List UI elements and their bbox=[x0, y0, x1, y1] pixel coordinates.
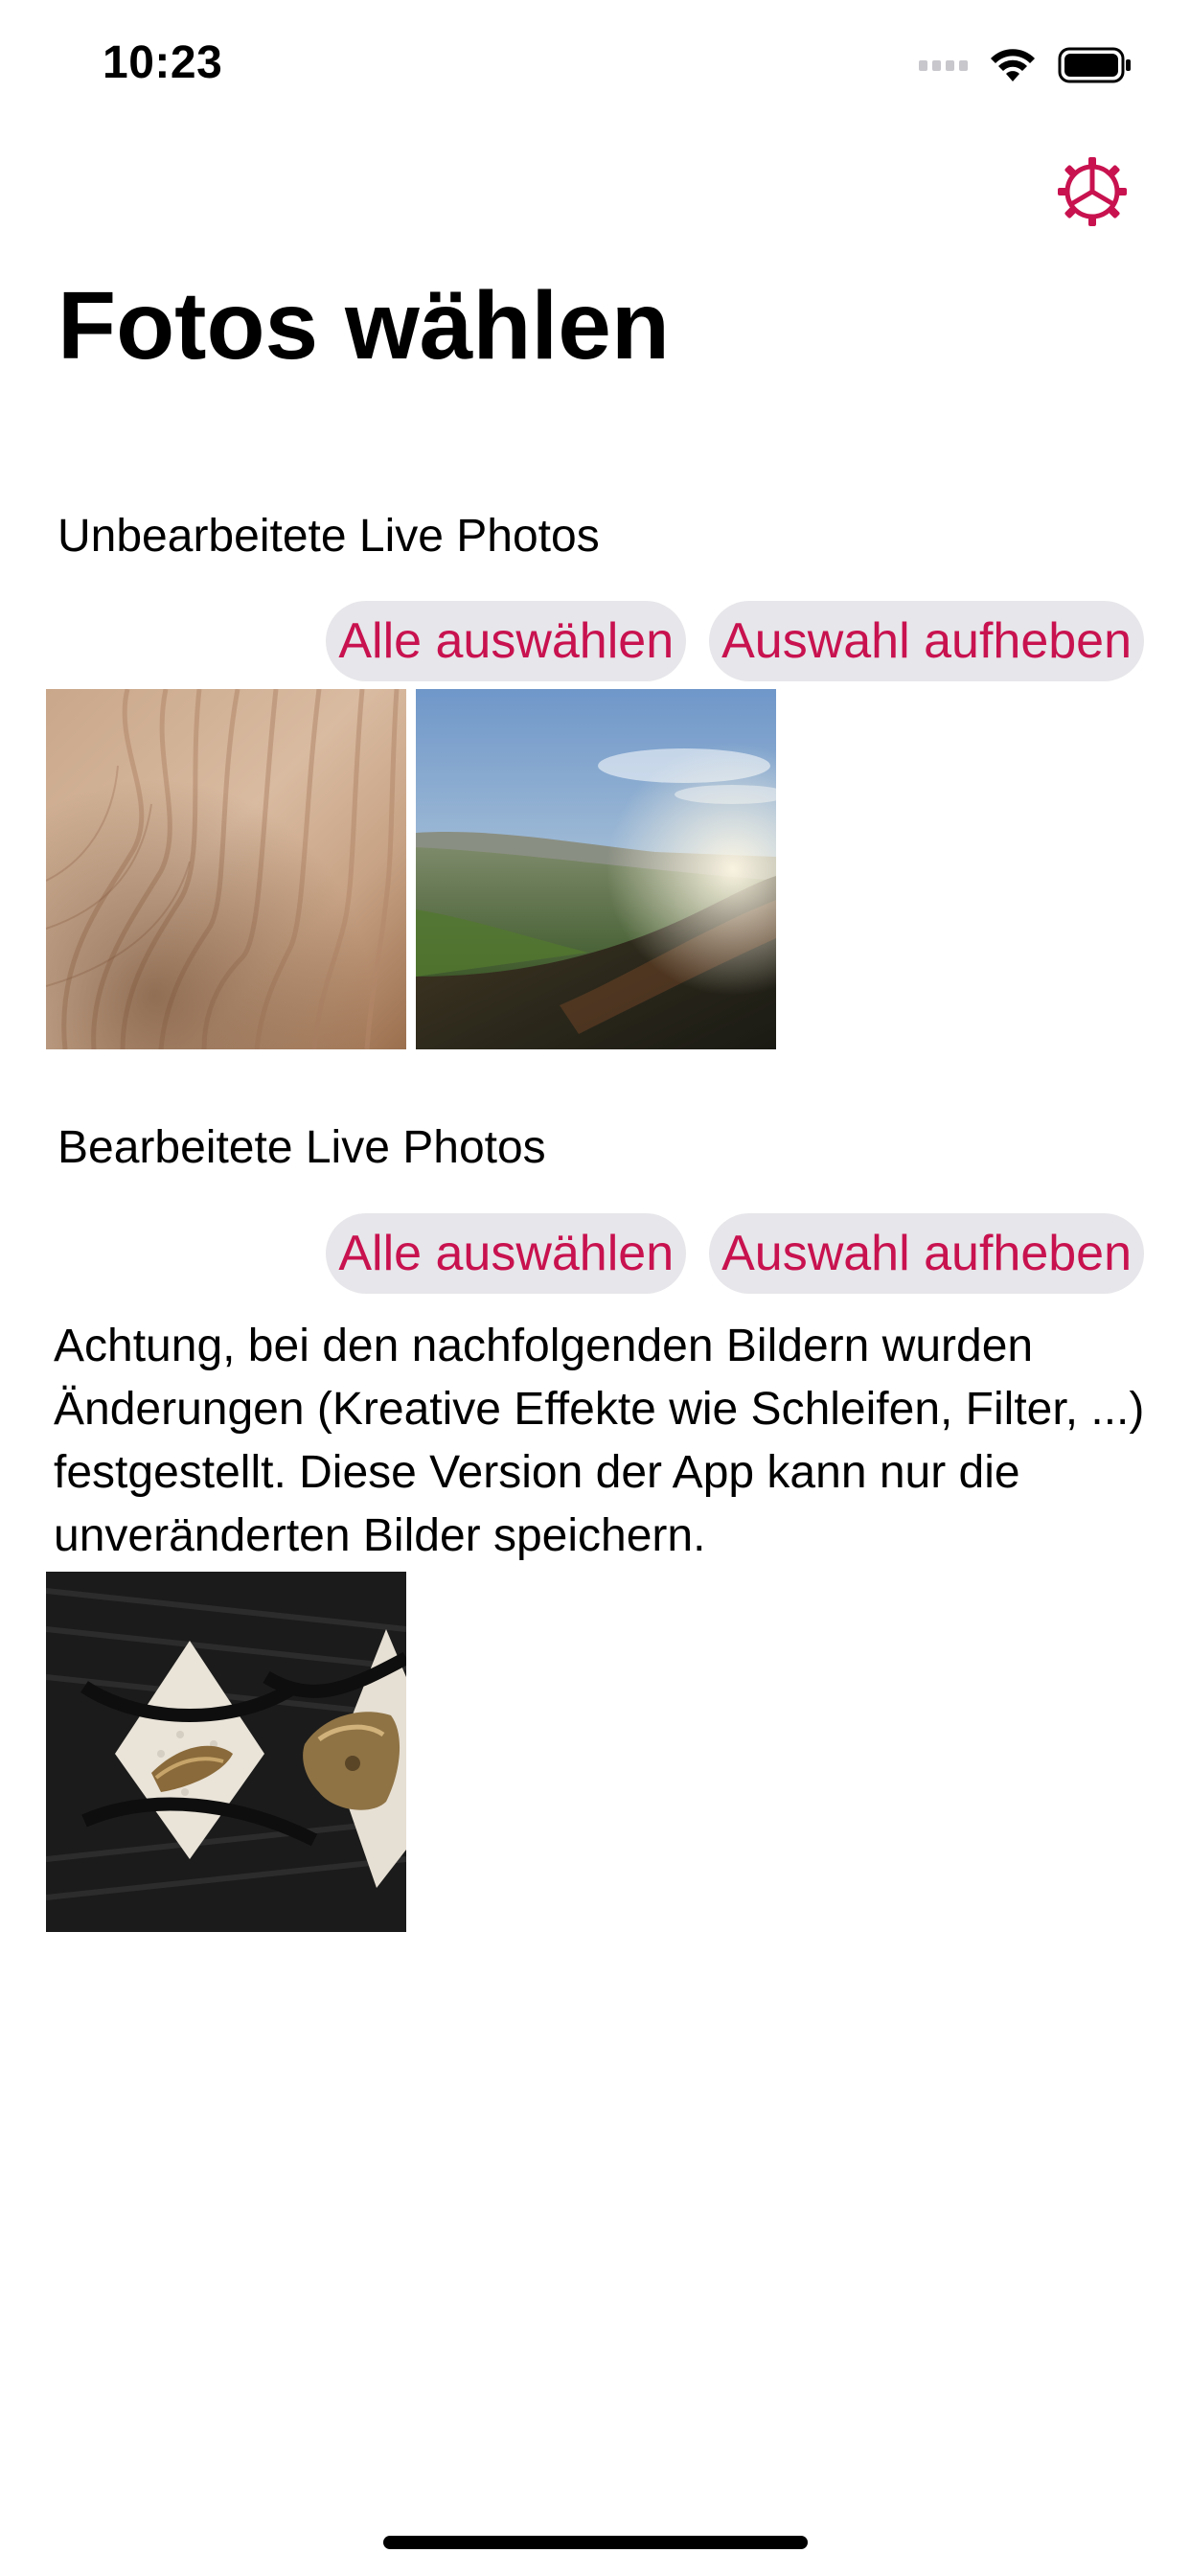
deselect-edited-button[interactable]: Auswahl aufheben bbox=[709, 1213, 1144, 1294]
section-heading-unedited: Unbearbeitete Live Photos bbox=[57, 511, 600, 562]
section-heading-edited: Bearbeitete Live Photos bbox=[57, 1122, 546, 1173]
battery-icon bbox=[1058, 47, 1131, 83]
gear-icon bbox=[1058, 157, 1127, 226]
settings-button[interactable] bbox=[1054, 153, 1131, 230]
page-title: Fotos wählen bbox=[57, 272, 670, 380]
select-all-edited-button[interactable]: Alle auswählen bbox=[326, 1213, 687, 1294]
landscape-photo[interactable] bbox=[416, 689, 776, 1049]
status-indicators bbox=[919, 42, 1133, 88]
edited-photo-grid bbox=[46, 1572, 406, 1932]
wifi-icon bbox=[991, 49, 1035, 81]
cellular-signal-icon bbox=[919, 59, 968, 71]
edited-warning-text: Achtung, bei den nachfolgenden Bildern w… bbox=[54, 1321, 1145, 1561]
home-indicator bbox=[383, 2536, 808, 2549]
knit-fabric-photo[interactable] bbox=[46, 1572, 406, 1932]
unedited-photo-grid bbox=[46, 689, 776, 1049]
select-all-unedited-button[interactable]: Alle auswählen bbox=[326, 601, 687, 681]
status-time: 10:23 bbox=[103, 37, 223, 88]
edited-button-row: Alle auswählen Auswahl aufheben bbox=[326, 1213, 1144, 1294]
wood-grain-photo[interactable] bbox=[46, 689, 406, 1049]
unedited-button-row: Alle auswählen Auswahl aufheben bbox=[326, 601, 1144, 681]
deselect-unedited-button[interactable]: Auswahl aufheben bbox=[709, 601, 1144, 681]
